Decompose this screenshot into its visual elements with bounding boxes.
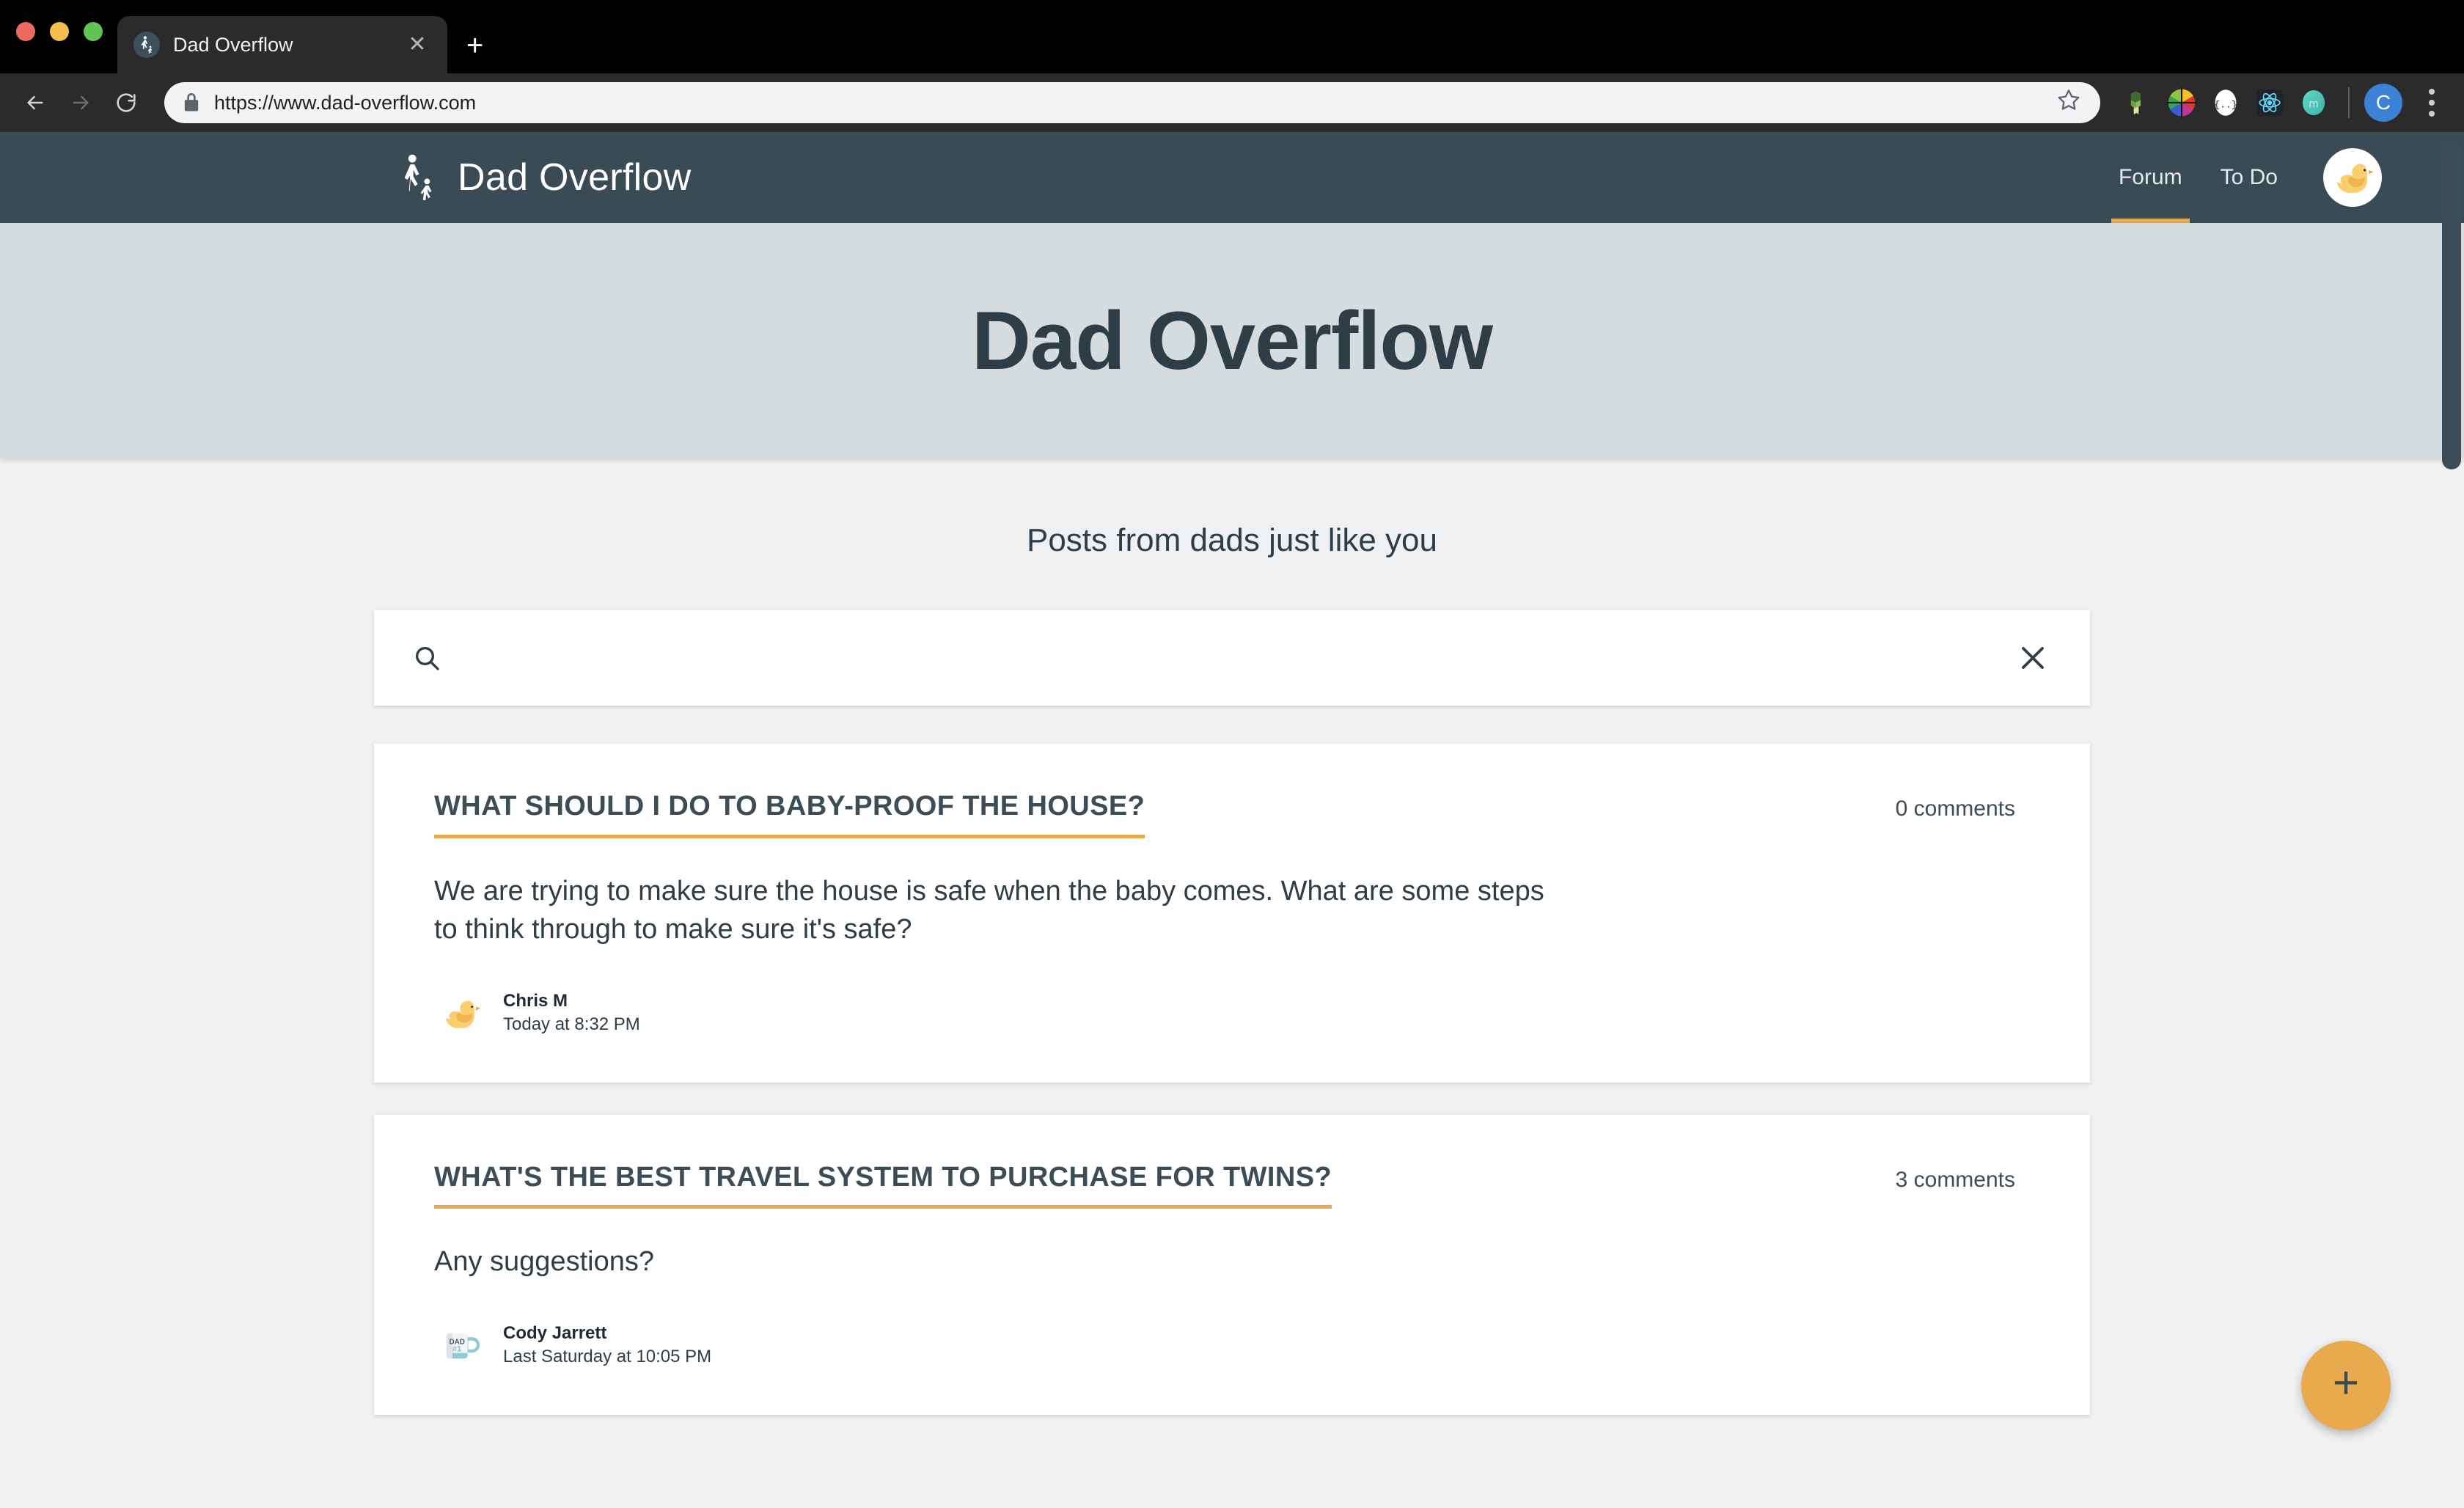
site-header: Dad Overflow Forum To Do (0, 132, 2464, 223)
color-wheel-extension-icon[interactable] (2162, 83, 2201, 122)
svg-text:{..}: {..} (2214, 100, 2237, 111)
post-timestamp: Last Saturday at 10:05 PM (503, 1346, 712, 1366)
close-icon[interactable]: ✕ (403, 34, 431, 56)
forward-arrow-icon[interactable] (60, 82, 101, 123)
react-devtools-extension-icon[interactable] (2250, 83, 2289, 122)
svg-text:m: m (2309, 98, 2318, 111)
page-viewport: Dad Overflow Forum To Do Dad Overflow Po… (0, 132, 2464, 1508)
content-wrapper: What should I do to baby-proof the house… (374, 610, 2090, 1415)
back-arrow-icon[interactable] (15, 82, 56, 123)
json-viewer-extension-icon[interactable]: {..} (2206, 83, 2245, 122)
rubber-duck-avatar-icon (434, 987, 487, 1040)
profile-avatar[interactable]: C (2364, 84, 2402, 122)
browser-titlebar: Dad Overflow ✕ + (0, 0, 2464, 73)
plus-icon: + (2332, 1358, 2360, 1408)
post-timestamp: Today at 8:32 PM (503, 1014, 640, 1034)
reload-icon[interactable] (106, 82, 147, 123)
post-comment-count: 3 comments (1895, 1167, 2015, 1192)
main-nav: Forum To Do (2100, 132, 2382, 223)
post-card[interactable]: What should I do to baby-proof the house… (374, 744, 2090, 1083)
browser-toolbar: https://www.dad-overflow.com {..} m C (0, 73, 2464, 132)
post-author: Chris M Today at 8:32 PM (434, 987, 2030, 1040)
hero-banner: Dad Overflow (0, 223, 2464, 458)
post-body: We are trying to make sure the house is … (434, 875, 1544, 945)
new-tab-button[interactable]: + (466, 31, 483, 60)
close-window-button[interactable] (16, 22, 35, 41)
page-scrollbar[interactable] (2442, 139, 2461, 469)
post-author-name: Chris M (503, 990, 568, 1011)
post-author-meta: Cody Jarrett Last Saturday at 10:05 PM (503, 1322, 711, 1370)
page-subtitle: Posts from dads just like you (1026, 522, 1437, 558)
post-title-block: What should I do to baby-proof the house… (434, 791, 1145, 838)
new-post-button[interactable]: + (2301, 1341, 2391, 1430)
dad-and-child-walking-icon (133, 32, 160, 58)
post-author-meta: Chris M Today at 8:32 PM (503, 989, 640, 1038)
browser-tab[interactable]: Dad Overflow ✕ (117, 16, 447, 73)
window-controls (16, 22, 103, 41)
lock-icon (183, 93, 199, 112)
star-icon[interactable] (2056, 87, 2081, 118)
post-title[interactable]: What's the best travel system to purchas… (434, 1162, 1332, 1209)
post-title-block: What's the best travel system to purchas… (434, 1162, 1332, 1209)
nav-item-forum[interactable]: Forum (2100, 132, 2201, 223)
post-card-header: What should I do to baby-proof the house… (434, 791, 2030, 838)
clear-x-icon[interactable] (2015, 640, 2050, 676)
post-card-header: What's the best travel system to purchas… (434, 1162, 2030, 1209)
user-avatar[interactable] (2323, 148, 2382, 207)
dad-number-one-mug-avatar-icon: DAD #1 (434, 1320, 487, 1372)
minimize-window-button[interactable] (50, 22, 69, 41)
blocks-extension-icon[interactable] (2118, 83, 2157, 122)
page-title: Dad Overflow (972, 294, 1493, 387)
search-bar (374, 610, 2090, 706)
post-comment-count: 0 comments (1895, 797, 2015, 821)
momentum-extension-icon[interactable]: m (2294, 83, 2333, 122)
tab-title: Dad Overflow (173, 33, 293, 56)
search-icon (412, 643, 441, 673)
post-card[interactable]: What's the best travel system to purchas… (374, 1114, 2090, 1415)
search-input[interactable] (463, 643, 2015, 673)
maximize-window-button[interactable] (84, 22, 103, 41)
kebab-menu-icon[interactable] (2414, 89, 2449, 117)
toolbar-divider (2348, 87, 2350, 118)
browser-window: Dad Overflow ✕ + https://www.dad-overflo… (0, 0, 2464, 1508)
post-body: Any suggestions? (434, 1246, 654, 1278)
nav-item-todo[interactable]: To Do (2201, 132, 2297, 223)
post-author-name: Cody Jarrett (503, 1322, 607, 1343)
post-author: DAD #1 Cody Jarrett Last Saturday at 10:… (434, 1320, 2030, 1372)
brand-logo[interactable]: Dad Overflow (396, 149, 692, 206)
address-bar[interactable]: https://www.dad-overflow.com (164, 82, 2100, 123)
post-title[interactable]: What should I do to baby-proof the house… (434, 791, 1145, 838)
page-content: Posts from dads just like you WHAT SHOUL… (0, 458, 2464, 1415)
brand-name: Dad Overflow (458, 156, 692, 199)
url-text: https://www.dad-overflow.com (214, 91, 477, 114)
svg-text:#1: #1 (452, 1344, 462, 1353)
dad-and-child-walking-icon (396, 149, 441, 206)
